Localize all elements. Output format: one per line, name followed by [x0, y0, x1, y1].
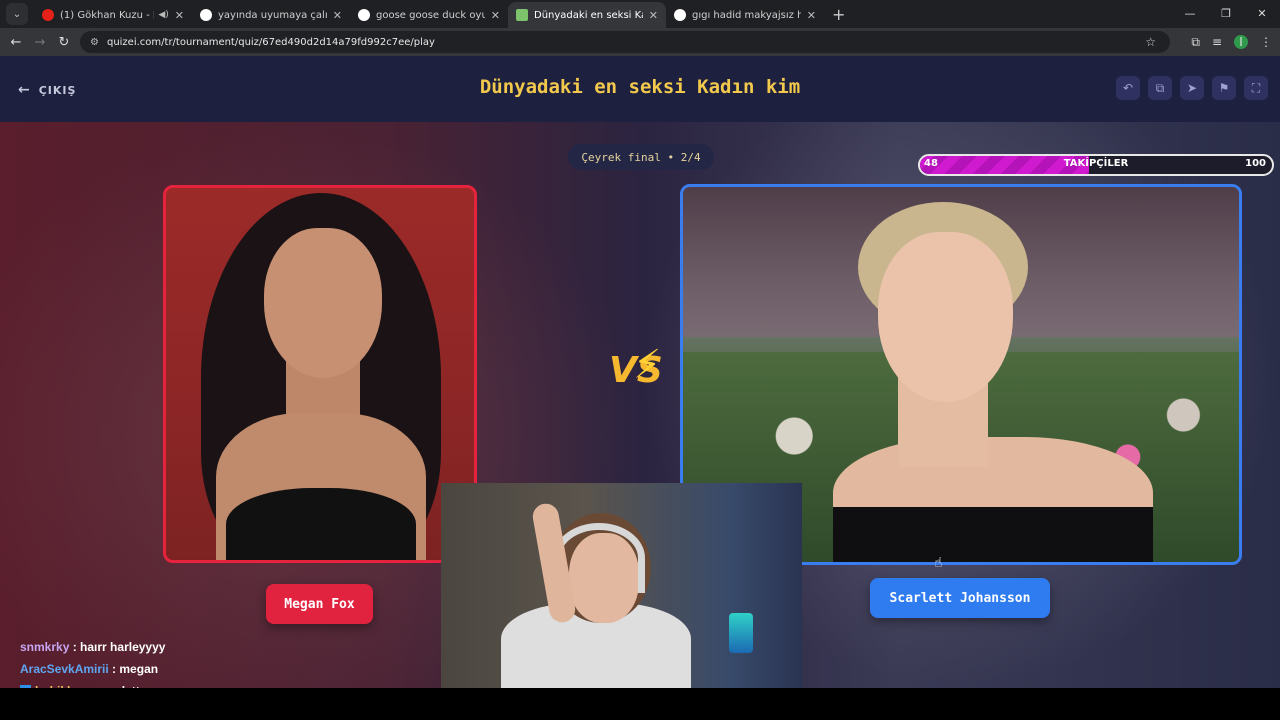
media-control-icon[interactable]: ≡	[1212, 35, 1222, 49]
forward-icon[interactable]: →	[28, 35, 52, 50]
bottom-black-bar	[0, 688, 1280, 720]
window-controls: — ❐ ✕	[1172, 0, 1280, 28]
back-icon[interactable]: ←	[4, 35, 28, 50]
webcam-rgb-light	[729, 613, 753, 653]
photo-face	[878, 232, 1013, 402]
undo-icon[interactable]: ↶	[1116, 76, 1140, 100]
contestant-card-left[interactable]	[163, 185, 477, 563]
google-favicon-icon	[674, 9, 686, 21]
tab-title: Dünyadaki en seksi Kadın kim	[534, 9, 643, 21]
followers-progress-bar: 48 TAKİPÇİLER 100	[918, 154, 1274, 176]
copy-icon[interactable]: ⧉	[1148, 76, 1172, 100]
browser-tabbar: ⌄ (1) Gökhan Kuzu - Mehmet ◀) ✕ yayında …	[0, 0, 1280, 28]
tab-title: (1) Gökhan Kuzu - Mehmet	[60, 9, 154, 21]
browser-tab-active[interactable]: Dünyadaki en seksi Kadın kim ✕	[508, 2, 666, 28]
browser-toolbar: ← → ↻ ⚙ quizei.com/tr/tournament/quiz/67…	[0, 28, 1280, 56]
flag-icon[interactable]: ⚑	[1212, 76, 1236, 100]
url-text: quizei.com/tr/tournament/quiz/67ed490d2d…	[106, 36, 435, 48]
header-actions: ↶ ⧉ ➤ ⚑ ⛶	[1116, 76, 1268, 100]
close-icon[interactable]: ✕	[175, 9, 184, 22]
menu-icon[interactable]: ⋮	[1260, 35, 1272, 49]
google-favicon-icon	[200, 9, 212, 21]
site-info-icon[interactable]: ⚙	[90, 37, 99, 48]
hand-cursor-icon: ☝	[934, 555, 943, 571]
browser-tab[interactable]: gıgı hadid makyajsız hali - Goo ✕	[666, 2, 824, 28]
chat-text: haırr harleyyyy	[80, 640, 166, 654]
profile-avatar[interactable]: I	[1234, 35, 1248, 49]
close-icon[interactable]: ✕	[649, 9, 658, 22]
close-icon[interactable]: ✕	[333, 9, 342, 22]
quiz-header: ← ÇIKIŞ Dünyadaki en seksi Kadın kim ↶ ⧉…	[0, 56, 1280, 122]
chat-text: megan	[119, 662, 159, 676]
address-bar[interactable]: ⚙ quizei.com/tr/tournament/quiz/67ed490d…	[80, 31, 1170, 53]
send-icon[interactable]: ➤	[1180, 76, 1204, 100]
vs-icon: VS ⚡	[605, 342, 675, 402]
audio-icon[interactable]: ◀)	[158, 10, 168, 20]
chat-message: snmkrky : haırr harleyyyy	[20, 640, 166, 654]
close-window-icon[interactable]: ✕	[1244, 0, 1280, 28]
google-favicon-icon	[358, 9, 370, 21]
webcam-overlay	[441, 483, 802, 688]
chat-message: AracSevkAmirii : megan	[20, 662, 159, 676]
youtube-favicon-icon	[42, 9, 54, 21]
close-icon[interactable]: ✕	[807, 9, 816, 22]
extensions-icon[interactable]: ⧉	[1191, 35, 1200, 50]
tab-search-button[interactable]: ⌄	[6, 3, 28, 25]
new-tab-icon[interactable]: +	[832, 5, 845, 24]
photo-face	[264, 228, 382, 378]
minimize-icon[interactable]: —	[1172, 0, 1208, 28]
quizei-favicon-icon	[516, 9, 528, 21]
progress-label: TAKİPÇİLER	[1063, 158, 1129, 169]
browser-tab[interactable]: (1) Gökhan Kuzu - Mehmet ◀) ✕	[34, 2, 192, 28]
photo-dress	[833, 507, 1153, 562]
bookmark-star-icon[interactable]: ☆	[1145, 35, 1156, 49]
lightning-icon: ⚡	[633, 342, 662, 388]
browser-tab[interactable]: goose goose duck oyun nasıl ✕	[350, 2, 508, 28]
fullscreen-icon[interactable]: ⛶	[1244, 76, 1268, 100]
page-title: Dünyadaki en seksi Kadın kim	[479, 76, 801, 98]
tab-title: gıgı hadid makyajsız hali - Goo	[692, 9, 801, 21]
photo-top	[226, 488, 416, 560]
toolbar-actions: ⧉ ≡ I ⋮	[1191, 28, 1272, 56]
round-indicator: Çeyrek final • 2/4	[568, 144, 714, 170]
tab-title: goose goose duck oyun nasıl	[376, 9, 485, 21]
progress-right-value: 100	[1245, 158, 1266, 169]
tab-title: yayında uyumaya çalışan kadın	[218, 9, 327, 21]
reload-icon[interactable]: ↻	[52, 35, 76, 50]
chat-username: snmkrky	[20, 640, 70, 654]
chat-username: AracSevkAmirii	[20, 662, 109, 676]
vote-button-left[interactable]: Megan Fox	[266, 584, 373, 624]
close-icon[interactable]: ✕	[491, 9, 500, 22]
browser-tab[interactable]: yayında uyumaya çalışan kadın ✕	[192, 2, 350, 28]
restore-icon[interactable]: ❐	[1208, 0, 1244, 28]
vote-button-right[interactable]: Scarlett Johansson	[870, 578, 1050, 618]
